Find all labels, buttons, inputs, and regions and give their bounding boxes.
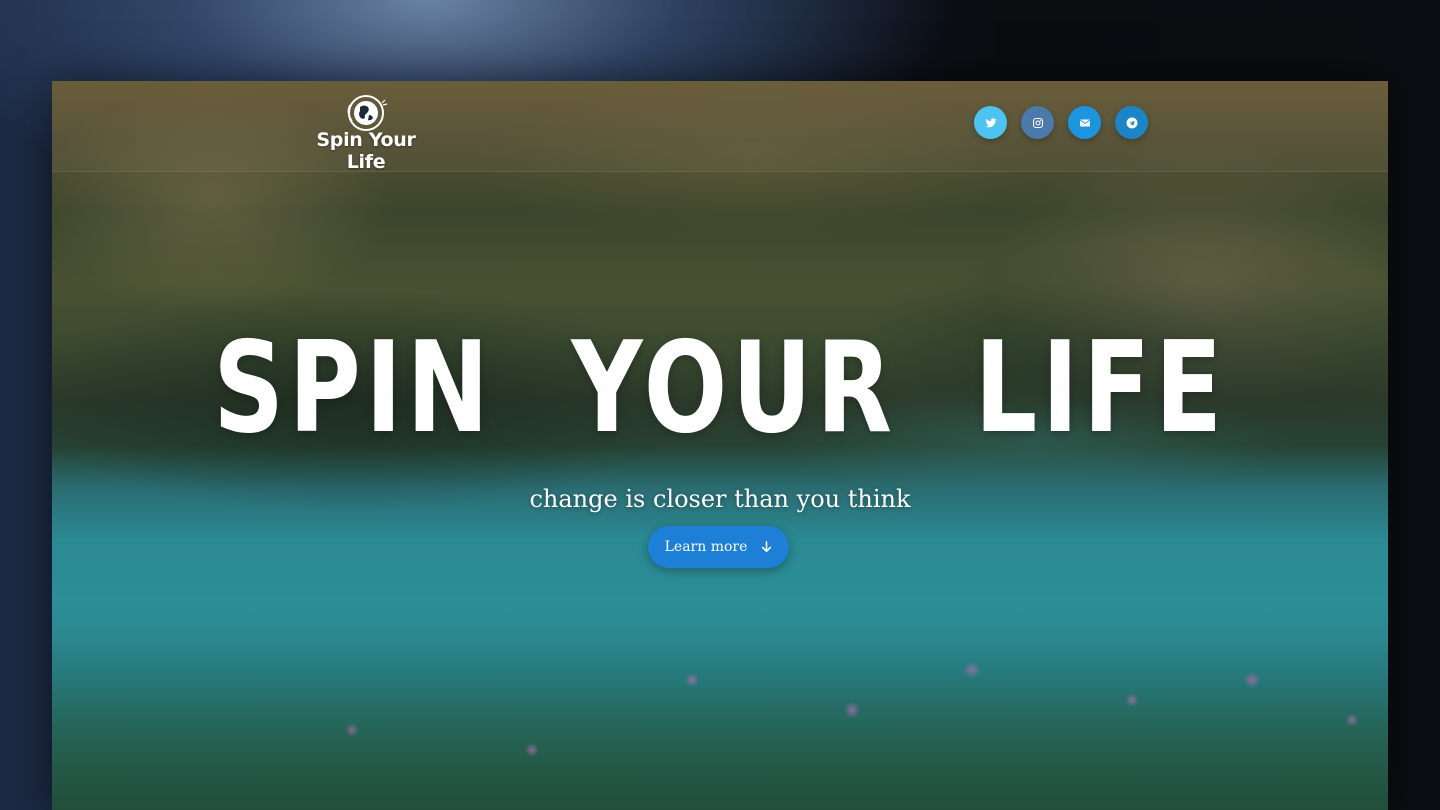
envelope-icon <box>1079 119 1090 126</box>
twitter-icon <box>985 117 996 127</box>
telegram-button[interactable] <box>1115 106 1148 139</box>
arrow-down-icon <box>762 541 772 553</box>
email-button[interactable] <box>1068 106 1101 139</box>
telegram-icon <box>1126 117 1137 128</box>
instagram-button[interactable] <box>1021 106 1054 139</box>
hero-subtitle: change is closer than you think <box>529 485 911 513</box>
logo-text: Spin Your Life <box>316 129 416 173</box>
social-links <box>974 106 1148 139</box>
site-logo[interactable]: Spin Your Life <box>298 91 434 173</box>
learn-more-button[interactable]: Learn more <box>648 526 789 568</box>
hero-section: Spin Your Life SPIN YOUR LIFE change is … <box>52 81 1388 810</box>
learn-more-label: Learn more <box>664 539 748 555</box>
twitter-button[interactable] <box>974 106 1007 139</box>
hero-title: SPIN YOUR LIFE <box>213 314 1227 461</box>
instagram-icon <box>1032 117 1043 128</box>
header-bar <box>52 81 1388 172</box>
